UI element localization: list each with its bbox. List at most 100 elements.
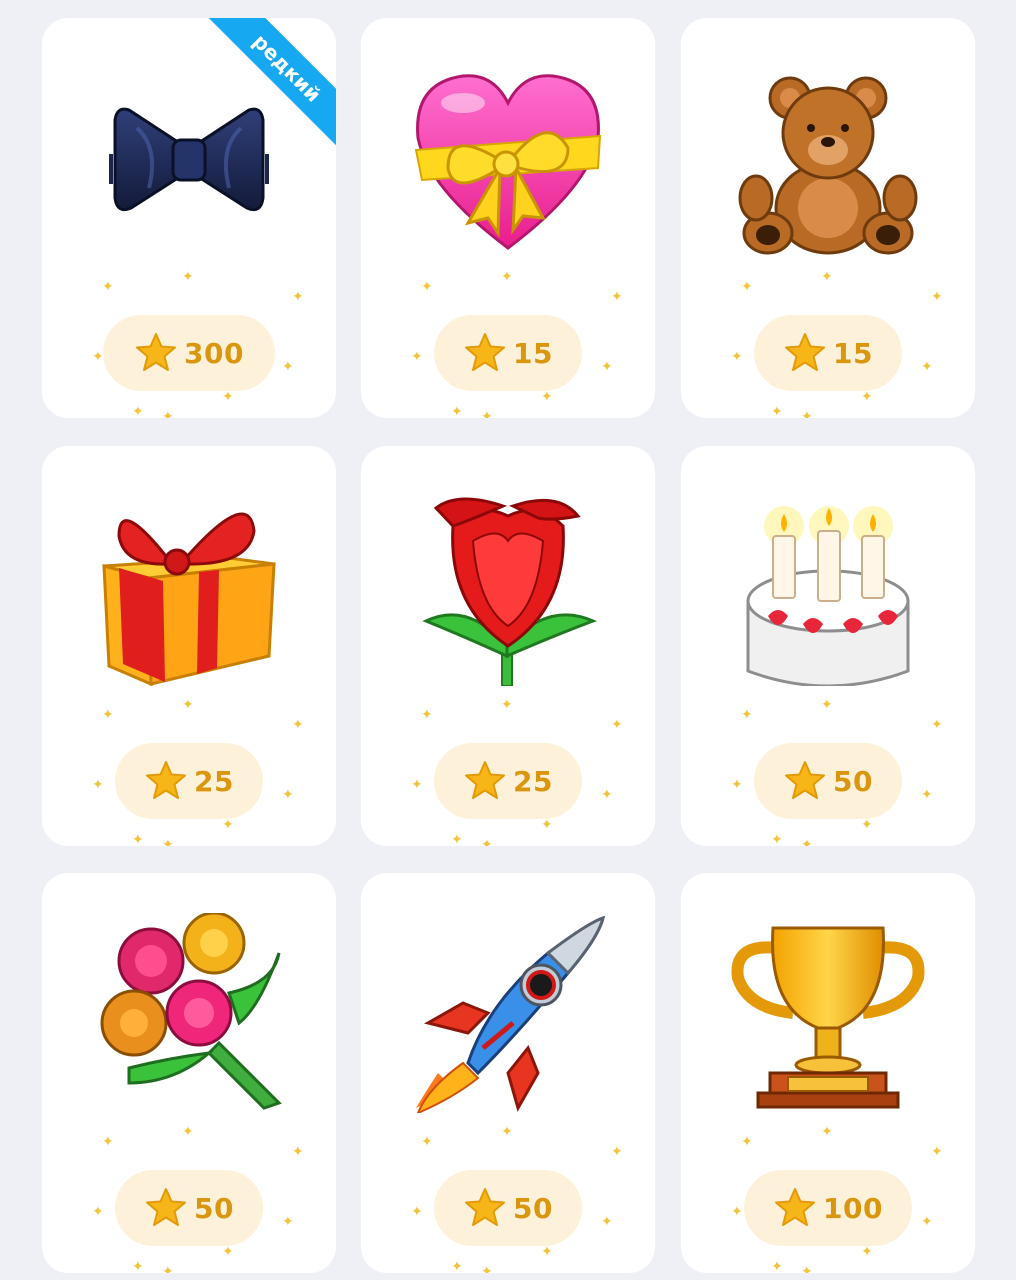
sparkle-icon: ✦ (411, 349, 423, 365)
price-pill[interactable]: 25 (434, 743, 582, 819)
sparkle-icon: ✦ (451, 404, 463, 418)
sparkle-icon: ✦ (292, 717, 304, 733)
sparkle-icon: ✦ (222, 817, 234, 833)
sparkle-icon: ✦ (821, 1124, 833, 1140)
gift-card-teddy-bear[interactable]: 15 ✦ ✦ ✦ ✦ ✦ ✦ ✦ ✦ (681, 18, 975, 418)
sparkle-icon: ✦ (132, 832, 144, 846)
price-value: 50 (194, 1191, 234, 1225)
sparkle-icon: ✦ (222, 1244, 234, 1260)
sparkle-icon: ✦ (921, 787, 933, 803)
sparkle-icon: ✦ (821, 269, 833, 285)
price-value: 15 (833, 336, 873, 370)
heart-with-ribbon-icon (408, 58, 608, 258)
sparkle-icon: ✦ (501, 697, 513, 713)
sparkle-icon: ✦ (771, 832, 783, 846)
sparkle-icon: ✦ (921, 359, 933, 375)
gift-card-bouquet[interactable]: 50 ✦ ✦ ✦ ✦ ✦ ✦ ✦ ✦ (42, 873, 336, 1273)
price-pill[interactable]: 50 (115, 1170, 263, 1246)
sparkle-icon: ✦ (162, 409, 174, 418)
gift-card-trophy[interactable]: 100 ✦ ✦ ✦ ✦ ✦ ✦ ✦ ✦ (681, 873, 975, 1273)
rocket-icon (408, 913, 608, 1113)
price-value: 50 (833, 764, 873, 798)
sparkle-icon: ✦ (771, 404, 783, 418)
sparkle-icon: ✦ (292, 1144, 304, 1160)
sparkle-icon: ✦ (931, 717, 943, 733)
star-icon (465, 761, 506, 799)
sparkle-icon: ✦ (451, 832, 463, 846)
gift-card-heart[interactable]: 15 ✦ ✦ ✦ ✦ ✦ ✦ ✦ ✦ (361, 18, 655, 418)
gift-card-birthday-cake[interactable]: 50 ✦ ✦ ✦ ✦ ✦ ✦ ✦ ✦ (681, 446, 975, 846)
sparkle-icon: ✦ (411, 1204, 423, 1220)
sparkle-icon: ✦ (731, 349, 743, 365)
sparkle-icon: ✦ (601, 1214, 613, 1230)
sparkle-icon: ✦ (861, 1244, 873, 1260)
sparkle-icon: ✦ (541, 389, 553, 405)
star-icon (785, 761, 826, 799)
birthday-cake-icon (728, 486, 928, 686)
star-icon (146, 1188, 187, 1226)
star-icon (465, 1188, 506, 1226)
sparkle-icon: ✦ (611, 1144, 623, 1160)
price-pill[interactable]: 300 (103, 315, 275, 391)
sparkle-icon: ✦ (182, 697, 194, 713)
sparkle-icon: ✦ (102, 279, 114, 295)
sparkle-icon: ✦ (162, 837, 174, 846)
sparkle-icon: ✦ (102, 707, 114, 723)
price-pill[interactable]: 15 (434, 315, 582, 391)
sparkle-icon: ✦ (411, 777, 423, 793)
sparkle-icon: ✦ (481, 1264, 493, 1273)
sparkle-icon: ✦ (282, 1214, 294, 1230)
gift-card-gift-box[interactable]: 25 ✦ ✦ ✦ ✦ ✦ ✦ ✦ ✦ (42, 446, 336, 846)
price-value: 100 (823, 1191, 883, 1225)
sparkle-icon: ✦ (182, 269, 194, 285)
sparkle-icon: ✦ (541, 1244, 553, 1260)
sparkle-icon: ✦ (132, 404, 144, 418)
sparkle-icon: ✦ (611, 289, 623, 305)
sparkle-icon: ✦ (931, 1144, 943, 1160)
gift-card-rose[interactable]: 25 ✦ ✦ ✦ ✦ ✦ ✦ ✦ ✦ (361, 446, 655, 846)
sparkle-icon: ✦ (292, 289, 304, 305)
sparkle-icon: ✦ (162, 1264, 174, 1273)
sparkle-icon: ✦ (741, 279, 753, 295)
sparkle-icon: ✦ (102, 1134, 114, 1150)
sparkle-icon: ✦ (731, 777, 743, 793)
sparkle-icon: ✦ (481, 837, 493, 846)
bouquet-icon (89, 913, 289, 1113)
sparkle-icon: ✦ (771, 1259, 783, 1273)
price-value: 25 (194, 764, 234, 798)
sparkle-icon: ✦ (611, 717, 623, 733)
price-pill[interactable]: 25 (115, 743, 263, 819)
price-pill[interactable]: 50 (754, 743, 902, 819)
price-pill[interactable]: 15 (754, 315, 902, 391)
teddy-bear-icon (728, 58, 928, 258)
price-value: 25 (513, 764, 553, 798)
sparkle-icon: ✦ (282, 359, 294, 375)
bow-tie-icon (89, 58, 289, 258)
price-pill[interactable]: 50 (434, 1170, 582, 1246)
sparkle-icon: ✦ (481, 409, 493, 418)
sparkle-icon: ✦ (601, 359, 613, 375)
gift-grid: редкий 300 ✦ ✦ ✦ ✦ ✦ ✦ ✦ ✦ 15 ✦ ✦ ✦ ✦ ✦ … (0, 0, 1016, 1280)
sparkle-icon: ✦ (222, 389, 234, 405)
sparkle-icon: ✦ (821, 697, 833, 713)
price-value: 15 (513, 336, 553, 370)
sparkle-icon: ✦ (741, 707, 753, 723)
sparkle-icon: ✦ (421, 279, 433, 295)
gift-card-rocket[interactable]: 50 ✦ ✦ ✦ ✦ ✦ ✦ ✦ ✦ (361, 873, 655, 1273)
sparkle-icon: ✦ (421, 1134, 433, 1150)
trophy-icon (728, 913, 928, 1113)
sparkle-icon: ✦ (451, 1259, 463, 1273)
sparkle-icon: ✦ (601, 787, 613, 803)
price-value: 50 (513, 1191, 553, 1225)
sparkle-icon: ✦ (92, 349, 104, 365)
star-icon (146, 761, 187, 799)
gift-card-bow-tie[interactable]: редкий 300 ✦ ✦ ✦ ✦ ✦ ✦ ✦ ✦ (42, 18, 336, 418)
gift-box-icon (89, 486, 289, 686)
price-value: 300 (184, 336, 244, 370)
sparkle-icon: ✦ (861, 389, 873, 405)
sparkle-icon: ✦ (501, 1124, 513, 1140)
price-pill[interactable]: 100 (744, 1170, 912, 1246)
sparkle-icon: ✦ (861, 817, 873, 833)
sparkle-icon: ✦ (282, 787, 294, 803)
star-icon (775, 1188, 816, 1226)
